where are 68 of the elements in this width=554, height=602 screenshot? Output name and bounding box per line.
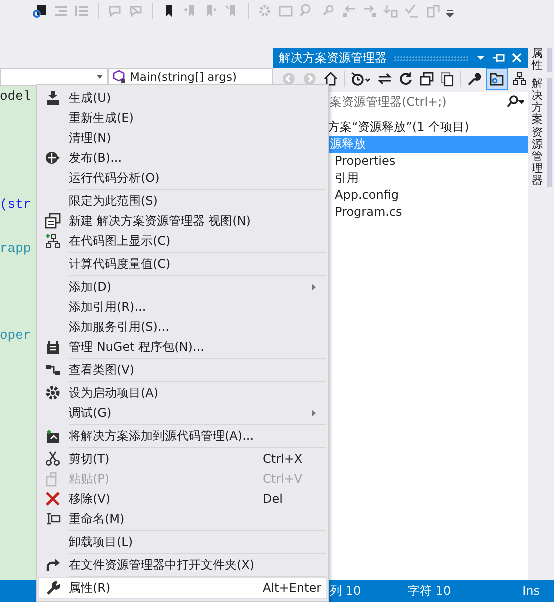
status-text: Ins bbox=[522, 584, 540, 598]
search-icon bbox=[506, 95, 524, 109]
outdent-icon[interactable] bbox=[74, 3, 90, 19]
shortcut-text: Alt+Enter bbox=[263, 581, 322, 595]
back-icon[interactable] bbox=[281, 71, 297, 87]
code-text: rapp bbox=[0, 240, 32, 256]
side-tab[interactable]: 解决方案资源管理器 bbox=[532, 78, 552, 188]
rename-icon bbox=[45, 511, 61, 527]
menu-item[interactable]: 计算代码度量值(C) bbox=[39, 254, 326, 274]
menu-item[interactable]: 限定为此范围(S) bbox=[39, 191, 326, 211]
menu-item[interactable]: 在文件资源管理器中打开文件夹(X) bbox=[39, 555, 326, 575]
type-dropdown[interactable] bbox=[0, 68, 108, 86]
shortcut-text: Ctrl+V bbox=[263, 472, 303, 486]
menu-item[interactable]: 运行代码分析(O) bbox=[39, 168, 326, 188]
globe-icon bbox=[45, 150, 61, 166]
export-icon[interactable] bbox=[425, 3, 441, 19]
submenu-arrow-icon bbox=[312, 410, 316, 416]
diagram-icon[interactable] bbox=[512, 71, 528, 87]
indent-icon[interactable] bbox=[53, 3, 69, 19]
class-diagram-icon bbox=[45, 362, 61, 378]
code-text: (str bbox=[0, 197, 32, 212]
status-text: 列 10 bbox=[330, 582, 362, 600]
menu-item[interactable]: 新建 解决方案资源管理器 视图(N) bbox=[39, 211, 326, 231]
method-icon bbox=[113, 70, 127, 84]
sync-icon[interactable] bbox=[376, 71, 393, 87]
spellcheck-icon[interactable] bbox=[404, 3, 420, 19]
close-icon[interactable] bbox=[512, 53, 522, 63]
side-tab[interactable]: 属性 bbox=[532, 48, 552, 72]
forward-icon[interactable] bbox=[302, 71, 318, 87]
build-icon bbox=[45, 90, 61, 106]
menu-item[interactable]: 属性(R) Alt+Enter bbox=[39, 578, 326, 598]
menu-item[interactable]: 添加服务引用(S)... bbox=[39, 317, 326, 337]
package-icon bbox=[45, 339, 61, 355]
menu-item[interactable]: 设为启动项目(A) bbox=[39, 383, 326, 403]
code-text: odel bbox=[0, 89, 32, 104]
code-text: oper bbox=[0, 328, 32, 343]
windows-icon bbox=[45, 213, 61, 229]
menu-item[interactable]: 移除(V) Del bbox=[39, 489, 326, 509]
menu-item[interactable]: 添加(D) bbox=[39, 277, 326, 297]
menu-item[interactable]: 调试(G) bbox=[39, 403, 326, 423]
menu-item[interactable]: 管理 NuGet 程序包(N)... bbox=[39, 337, 326, 357]
dropdown-caret-icon[interactable] bbox=[476, 53, 486, 63]
refresh-icon[interactable] bbox=[398, 71, 414, 87]
menu-item[interactable]: 剪切(T) Ctrl+X bbox=[39, 449, 326, 469]
home-icon[interactable] bbox=[322, 71, 339, 87]
menu-item[interactable]: 在代码图上显示(C) bbox=[39, 231, 326, 251]
files-icon[interactable] bbox=[439, 71, 456, 87]
caret-icon bbox=[97, 75, 103, 79]
arrow-icon[interactable] bbox=[341, 3, 357, 19]
menu-item[interactable]: 重命名(M) bbox=[39, 509, 326, 529]
menu-item[interactable]: 添加引用(R)... bbox=[39, 297, 326, 317]
arrow-icon[interactable] bbox=[362, 3, 378, 19]
preview-icon[interactable] bbox=[487, 69, 508, 89]
diagram-icon bbox=[45, 233, 61, 249]
step-icon[interactable] bbox=[383, 3, 399, 19]
menu-item[interactable]: 卸载项目(L) bbox=[39, 532, 326, 552]
submenu-arrow-icon bbox=[312, 284, 316, 290]
history-icon[interactable] bbox=[350, 71, 372, 87]
menu-item[interactable]: 将解决方案添加到源代码管理(A)... bbox=[39, 426, 326, 446]
pin-icon[interactable] bbox=[493, 53, 505, 63]
menu-item[interactable]: 查看类图(V) bbox=[39, 360, 326, 380]
shortcut-text: Ctrl+X bbox=[263, 452, 303, 466]
curved-arrow-icon bbox=[45, 557, 61, 573]
delete-icon bbox=[45, 491, 61, 507]
panel-title: 解决方案资源管理器 bbox=[279, 50, 387, 66]
scissors-icon bbox=[45, 451, 61, 467]
status-text: 字符 10 bbox=[408, 582, 452, 600]
shortcut-text: Del bbox=[263, 492, 283, 506]
